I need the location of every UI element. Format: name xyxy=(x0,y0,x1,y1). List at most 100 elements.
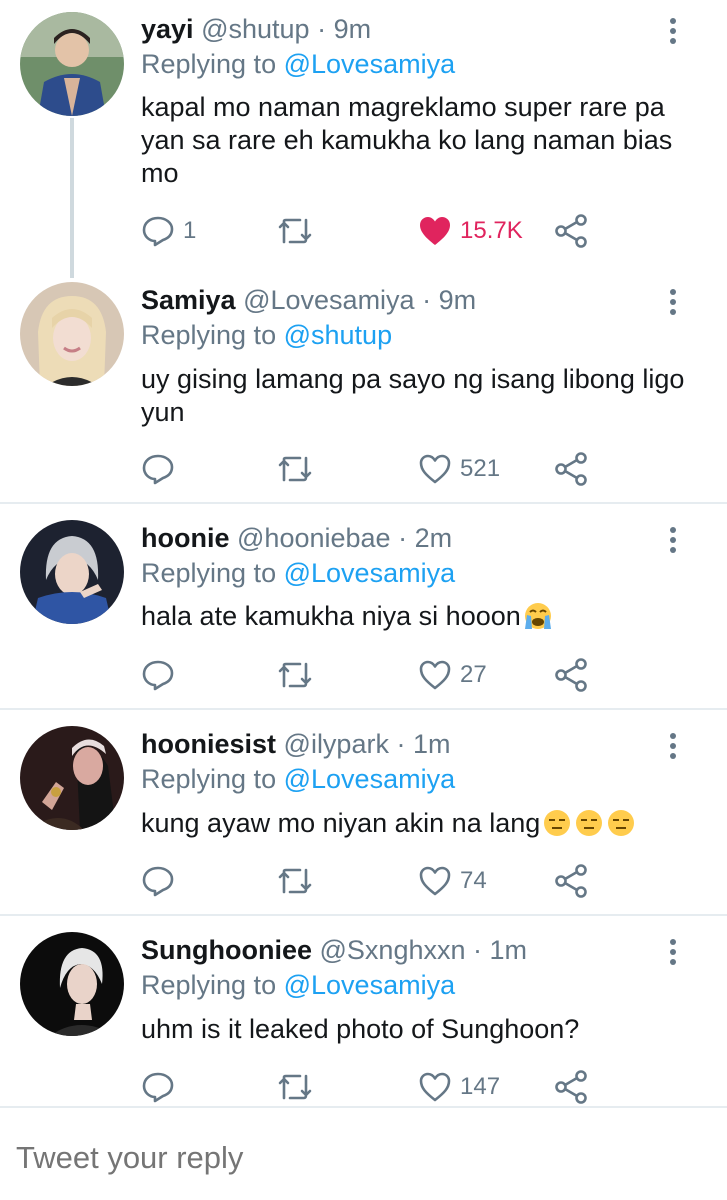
share-icon xyxy=(555,1070,587,1104)
avatar-image-yayi xyxy=(20,12,124,116)
like-icon xyxy=(419,660,451,690)
reply-button[interactable] xyxy=(141,861,183,901)
tweet-text-content: hala ate kamukha niya si hooon xyxy=(141,601,521,631)
replying-to-label: Replying to xyxy=(141,320,277,350)
reply-icon xyxy=(142,660,174,691)
retweet-button[interactable] xyxy=(276,655,322,695)
tweet-divider xyxy=(0,502,727,504)
more-options-icon[interactable] xyxy=(662,285,684,319)
tweet-text: uhm is it leaked photo of Sunghoon? xyxy=(141,1014,580,1044)
like-count: 15.7K xyxy=(460,217,523,244)
retweet-icon xyxy=(278,456,312,482)
reply-button[interactable] xyxy=(141,449,183,489)
separator: · xyxy=(398,523,408,553)
retweet-button[interactable] xyxy=(276,861,322,901)
mention-link[interactable]: @Lovesamiya xyxy=(284,558,455,588)
user-handle[interactable]: @Sxnghxxn xyxy=(320,935,466,965)
like-button[interactable]: 27 xyxy=(418,655,487,695)
replying-to-label: Replying to xyxy=(141,764,277,794)
like-count: 521 xyxy=(460,455,501,482)
tweet-header: Sunghooniee @Sxnghxxn · 1m xyxy=(141,933,527,967)
like-icon xyxy=(419,1072,451,1102)
timestamp[interactable]: 9m xyxy=(334,14,372,44)
user-handle[interactable]: @ilypark xyxy=(284,729,389,759)
like-button[interactable]: 147 xyxy=(418,1067,500,1107)
tweet-actions: 1 15.7K xyxy=(141,211,601,251)
tweet-text-content: kung ayaw mo niyan akin na lang xyxy=(141,808,541,838)
mention-link[interactable]: @shutup xyxy=(284,320,392,350)
share-button[interactable] xyxy=(554,1067,588,1107)
reply-icon xyxy=(142,216,174,247)
mention-link[interactable]: @Lovesamiya xyxy=(284,970,455,1000)
tweet-divider xyxy=(0,708,727,710)
like-icon xyxy=(419,454,451,484)
display-name[interactable]: hoonie xyxy=(141,523,230,553)
mention-link[interactable]: @Lovesamiya xyxy=(284,764,455,794)
replying-to: Replying to @shutup xyxy=(141,318,392,352)
replying-to-label: Replying to xyxy=(141,558,277,588)
timestamp[interactable]: 9m xyxy=(439,285,477,315)
share-button[interactable] xyxy=(554,449,588,489)
user-handle[interactable]: @Lovesamiya xyxy=(243,285,414,315)
tweet-divider xyxy=(0,914,727,916)
avatar[interactable] xyxy=(20,12,124,116)
replying-to: Replying to @Lovesamiya xyxy=(141,47,455,81)
tweet-actions: 74 xyxy=(141,861,601,901)
loudly-crying-face-emoji xyxy=(524,603,551,629)
more-options-icon[interactable] xyxy=(662,14,684,48)
display-name[interactable]: Sunghooniee xyxy=(141,935,312,965)
expressionless-face-emoji xyxy=(576,810,603,836)
share-button[interactable] xyxy=(554,655,588,695)
mention-link[interactable]: @Lovesamiya xyxy=(284,49,455,79)
display-name[interactable]: Samiya xyxy=(141,285,236,315)
tweet-text: kung ayaw mo niyan akin na lang xyxy=(141,807,701,840)
timestamp[interactable]: 2m xyxy=(415,523,453,553)
reply-composer xyxy=(0,1106,727,1200)
avatar[interactable] xyxy=(20,282,124,386)
tweet-header: Samiya @Lovesamiya · 9m xyxy=(141,283,476,317)
user-handle[interactable]: @shutup xyxy=(201,14,309,44)
expressionless-face-emoji xyxy=(544,810,571,836)
reply-button[interactable]: 1 xyxy=(141,211,196,251)
retweet-icon xyxy=(278,868,312,894)
retweet-button[interactable] xyxy=(276,1067,322,1107)
more-options-icon[interactable] xyxy=(662,935,684,969)
tweet-header: yayi @shutup · 9m xyxy=(141,12,371,46)
replying-to: Replying to @Lovesamiya xyxy=(141,968,455,1002)
share-icon xyxy=(555,658,587,692)
display-name[interactable]: hooniesist xyxy=(141,729,276,759)
retweet-icon xyxy=(278,218,312,244)
retweet-button[interactable] xyxy=(276,449,322,489)
like-count: 147 xyxy=(460,1073,501,1100)
avatar[interactable] xyxy=(20,726,124,830)
avatar-image-samiya xyxy=(20,282,124,386)
tweet-header: hooniesist @ilypark · 1m xyxy=(141,727,451,761)
like-icon xyxy=(419,866,451,896)
replying-to: Replying to @Lovesamiya xyxy=(141,762,455,796)
timestamp[interactable]: 1m xyxy=(490,935,528,965)
reply-button[interactable] xyxy=(141,655,183,695)
avatar-image-hooniesist xyxy=(20,726,124,830)
reply-count: 1 xyxy=(183,217,197,244)
avatar[interactable] xyxy=(20,520,124,624)
like-button[interactable]: 15.7K xyxy=(418,211,523,251)
more-options-icon[interactable] xyxy=(662,523,684,557)
like-count: 27 xyxy=(460,661,487,688)
timestamp[interactable]: 1m xyxy=(413,729,451,759)
display-name[interactable]: yayi xyxy=(141,14,194,44)
avatar[interactable] xyxy=(20,932,124,1036)
tweet-text: hala ate kamukha niya si hooon xyxy=(141,600,701,633)
like-button[interactable]: 521 xyxy=(418,449,500,489)
like-button[interactable]: 74 xyxy=(418,861,487,901)
reply-button[interactable] xyxy=(141,1067,183,1107)
more-options-icon[interactable] xyxy=(662,729,684,763)
share-icon xyxy=(555,214,587,248)
share-button[interactable] xyxy=(554,861,588,901)
user-handle[interactable]: @hooniebae xyxy=(237,523,391,553)
reply-icon xyxy=(142,1072,174,1103)
share-button[interactable] xyxy=(554,211,588,251)
replying-to-label: Replying to xyxy=(141,49,277,79)
retweet-button[interactable] xyxy=(276,211,322,251)
separator: · xyxy=(422,285,432,315)
tweet-reply-input[interactable] xyxy=(16,1140,616,1176)
